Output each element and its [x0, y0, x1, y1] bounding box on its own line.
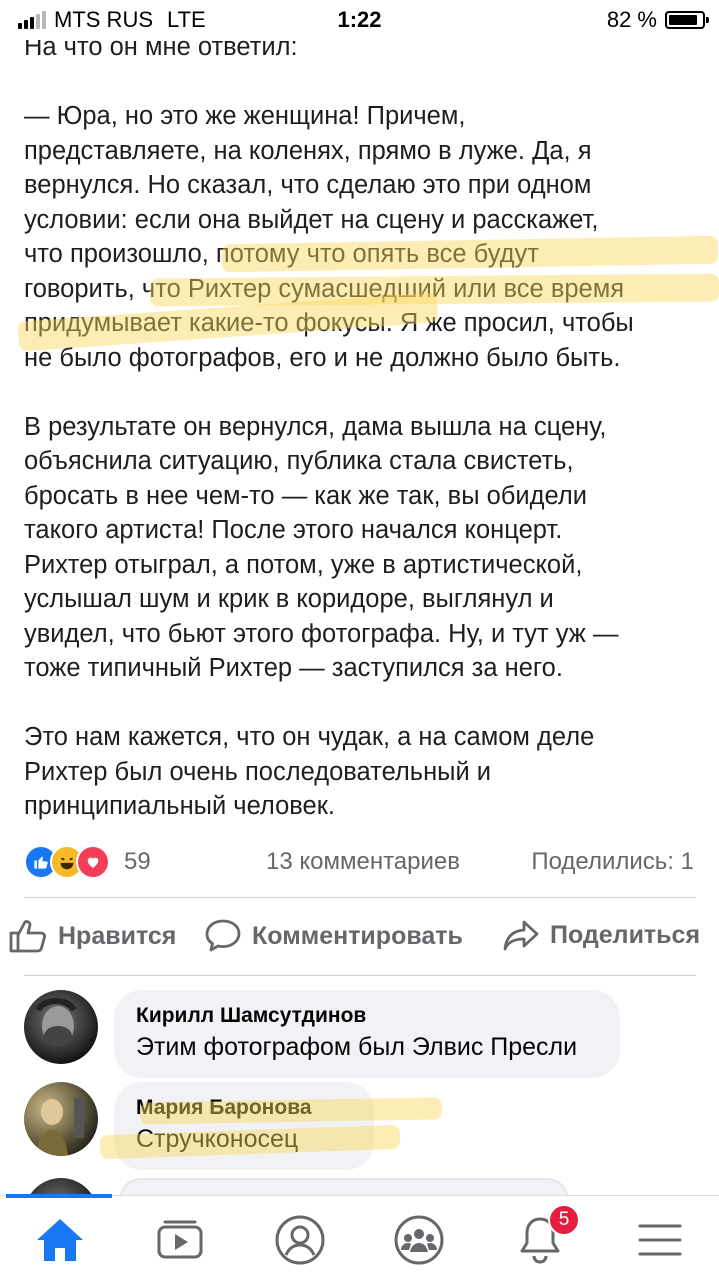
battery-icon — [665, 11, 709, 29]
shares-count[interactable]: Поделились: 1 — [531, 848, 694, 876]
article-line: представляете, на коленях, прямо в луже.… — [24, 136, 592, 165]
tab-groups[interactable] — [389, 1210, 449, 1270]
like-button[interactable]: Нравится — [8, 918, 176, 954]
article-line: — Юра, но это же женщина! Причем, — [24, 102, 466, 130]
paragraph-break — [24, 65, 704, 100]
article-line: Рихтер отыграл, а потом, уже в артистиче… — [24, 550, 583, 579]
comments-count[interactable]: 13 комментариев — [266, 848, 460, 876]
reactions-row: 59 13 комментариев Поделились: 1 — [24, 845, 704, 879]
thumbs-up-icon — [9, 920, 46, 953]
paragraph-break — [24, 686, 704, 721]
divider — [24, 897, 696, 898]
status-bar: MTS RUS LTE 1:22 82 % — [0, 0, 719, 40]
profile-icon — [275, 1215, 325, 1265]
article-line: тоже типичный Рихтер — заступился за нег… — [24, 654, 563, 682]
menu-icon — [638, 1224, 682, 1256]
share-button[interactable]: Поделиться — [502, 918, 700, 952]
article-line: Рихтер был очень последовательный и — [24, 757, 492, 786]
article-line: принципиальный человек. — [24, 792, 335, 820]
article-line: что произошло, потому что опять все буду… — [24, 240, 539, 268]
groups-icon — [394, 1215, 444, 1265]
comment-text: Стручконосец — [136, 1125, 299, 1153]
article-line: придумывает какие-то фокусы. Я же просил… — [24, 309, 634, 337]
reaction-icons[interactable] — [24, 845, 110, 879]
comment-bubble[interactable]: Мария Баронова Стручконосец — [114, 1082, 374, 1170]
comment-author[interactable]: Кирилл Шамсутдинов — [136, 1002, 598, 1030]
share-label: Поделиться — [550, 920, 701, 949]
article-line: условии: если она выйдет на сцену и расс… — [24, 205, 599, 234]
tab-profile[interactable] — [270, 1210, 330, 1270]
video-icon — [157, 1220, 203, 1259]
article-line: говорить, что Рихтер сумасшедший или все… — [24, 274, 625, 303]
comment-author[interactable]: Мария Баронова — [136, 1094, 352, 1122]
article-line: бросать в нее чем-то — как же так, вы об… — [24, 481, 587, 510]
avatar[interactable] — [24, 1082, 98, 1156]
battery-info: 82 % — [606, 7, 709, 33]
bottom-tab-bar: 5 — [0, 1194, 719, 1281]
post-body: На что он мне ответил: — Юра, но это же ж… — [24, 30, 704, 824]
notifications-badge: 5 — [548, 1204, 580, 1236]
like-label: Нравится — [58, 921, 177, 950]
article-line: услышал шум и крик в коридоре, выглянул … — [24, 585, 554, 613]
article-line: такого артиста! После этого начался конц… — [24, 516, 563, 544]
avatar[interactable] — [24, 990, 98, 1064]
comment-bubble[interactable]: Кирилл Шамсутдинов Этим фотографом был Э… — [114, 990, 620, 1078]
article-line: не было фотографов, его и не должно было… — [24, 343, 621, 372]
tab-home[interactable] — [30, 1210, 90, 1270]
comment-button[interactable]: Комментировать — [204, 918, 463, 954]
tab-watch[interactable] — [150, 1210, 210, 1270]
active-tab-indicator — [6, 1194, 112, 1198]
article-line: вернулся. Но сказал, что сделаю это при … — [24, 171, 592, 199]
article-line: В результате он вернулся, дама вышла на … — [24, 412, 607, 441]
battery-percent: 82 % — [606, 7, 657, 32]
comment-text: Этим фотографом был Элвис Пресли — [136, 1033, 578, 1061]
tab-menu[interactable] — [630, 1210, 690, 1270]
paragraph-break — [24, 375, 704, 410]
share-icon — [503, 920, 539, 951]
article-line: увидел, что бьют этого фотографа. Ну, и … — [24, 619, 619, 648]
divider — [24, 975, 696, 976]
love-reaction-icon — [76, 845, 110, 879]
article-line: Это нам кажется, что он чудак, а на само… — [24, 723, 595, 751]
comment-icon — [205, 919, 241, 952]
home-icon — [37, 1219, 83, 1261]
comment-label: Комментировать — [252, 921, 463, 950]
article-line: объяснила ситуацию, публика стала свисте… — [24, 447, 574, 475]
post-actions: Нравится Комментировать Поделиться — [0, 908, 719, 968]
reaction-count[interactable]: 59 — [124, 848, 151, 876]
